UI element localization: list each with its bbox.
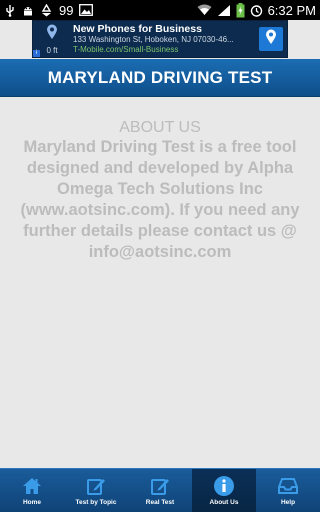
ad-directions-button[interactable] xyxy=(258,27,283,51)
home-icon xyxy=(22,475,42,497)
image-icon xyxy=(79,4,94,16)
info-icon xyxy=(213,475,235,497)
map-pin-icon xyxy=(46,24,58,45)
edit-icon xyxy=(86,475,106,497)
alarm-icon xyxy=(250,4,263,17)
ad-choices-badge[interactable]: i xyxy=(33,50,40,57)
wifi-icon xyxy=(197,4,212,16)
nav-label-real-test: Real Test xyxy=(145,499,175,506)
nav-item-about-us[interactable]: About Us xyxy=(192,469,256,512)
about-content: ABOUT US Maryland Driving Test is a free… xyxy=(0,98,320,468)
nav-item-home[interactable]: Home xyxy=(0,469,64,512)
nav-item-help[interactable]: Help xyxy=(256,469,320,512)
app-header: MARYLAND DRIVING TEST xyxy=(0,59,320,97)
inbox-icon xyxy=(278,475,298,497)
nav-label-help: Help xyxy=(280,499,296,506)
status-bar: 99 6:32 PM xyxy=(0,0,320,20)
ad-distance: 0 ft xyxy=(46,45,58,55)
nav-item-test-by-topic[interactable]: Test by Topic xyxy=(64,469,128,512)
edit-icon xyxy=(150,475,170,497)
signal-icon xyxy=(217,4,231,17)
recycle-icon xyxy=(40,3,53,17)
nav-label-test-by-topic: Test by Topic xyxy=(75,499,117,506)
clock: 6:32 PM xyxy=(267,2,316,18)
android-debug-icon xyxy=(22,4,34,17)
battery-charging-icon xyxy=(236,2,245,18)
nav-label-home: Home xyxy=(22,499,42,506)
page-title: MARYLAND DRIVING TEST xyxy=(47,67,273,87)
notification-count: 99 xyxy=(59,2,74,18)
usb-icon xyxy=(4,4,16,17)
nav-label-about-us: About Us xyxy=(209,499,239,506)
ad-address: 133 Washington St, Hoboken, NJ 07030-46.… xyxy=(73,35,234,44)
bottom-nav: Home Test by Topic Real Test About Us He… xyxy=(0,468,320,512)
nav-item-real-test[interactable]: Real Test xyxy=(128,469,192,512)
ad-url[interactable]: T-Mobile.com/Small-Business xyxy=(73,45,257,55)
about-heading: ABOUT US xyxy=(119,119,201,136)
about-body: Maryland Driving Test is a free tool des… xyxy=(20,138,300,261)
ad-location: 0 ft i xyxy=(33,21,71,57)
navigation-pin-icon xyxy=(265,29,277,50)
ad-title: New Phones for Business xyxy=(73,23,202,35)
ad-banner[interactable]: 0 ft i New Phones for Business 133 Washi… xyxy=(32,20,288,58)
